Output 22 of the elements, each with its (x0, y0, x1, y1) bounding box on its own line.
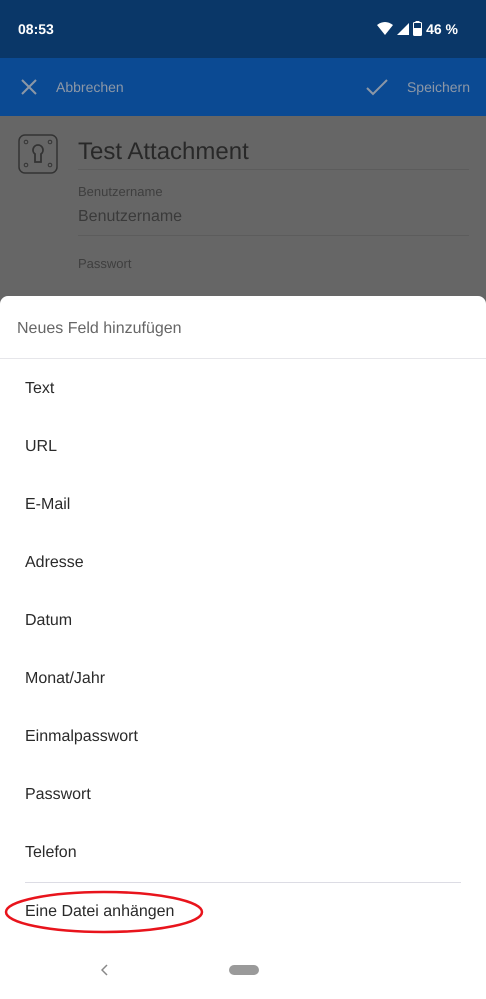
menu-item[interactable]: Text (0, 360, 486, 418)
signal-icon (397, 22, 410, 35)
menu-item[interactable]: URL (0, 418, 486, 476)
menu-item[interactable]: Passwort (0, 766, 486, 824)
menu-item[interactable]: Monat/Jahr (0, 650, 486, 708)
menu-item[interactable]: Eine Datei anhängen (0, 903, 174, 922)
menu-item[interactable]: Datum (0, 592, 486, 650)
back-icon[interactable] (101, 964, 109, 976)
home-handle[interactable] (229, 965, 259, 976)
menu-item[interactable]: Adresse (0, 534, 486, 592)
entry-title: Test Attachment (78, 134, 469, 170)
clock-time: 08:53 (18, 20, 54, 37)
sheet-title: Neues Feld hinzufügen (0, 296, 486, 360)
close-icon (20, 78, 38, 96)
menu-item[interactable]: Telefon (0, 824, 486, 882)
checkmark-icon (364, 78, 389, 96)
battery-icon (413, 21, 422, 36)
battery-percent: 46 % (426, 20, 458, 37)
wifi-icon (377, 22, 394, 36)
menu-item[interactable]: E-Mail (0, 476, 486, 534)
menu-item[interactable]: Einmalpasswort (0, 708, 486, 766)
keyhole-icon (18, 134, 58, 174)
